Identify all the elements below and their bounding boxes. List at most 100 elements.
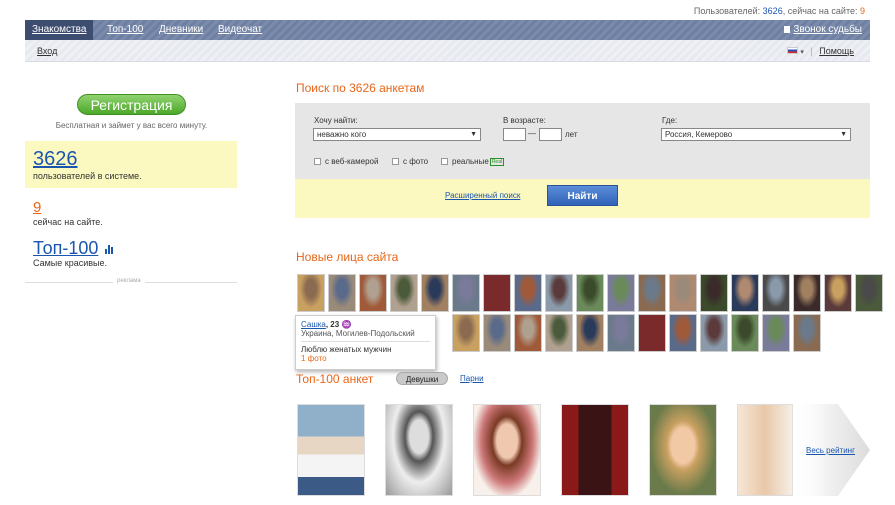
main-nav: Знакомства Топ-100 Дневники Видеочат Зво… <box>25 20 870 40</box>
top100-title: Топ-100 анкет <box>296 372 374 386</box>
profile-name-link[interactable]: Сашка <box>301 320 326 329</box>
dropdown-arrow-icon: ▼ <box>470 131 477 138</box>
webcam-label: с веб-камерой <box>325 157 379 166</box>
help-link[interactable]: Помощь <box>819 46 854 56</box>
language-flag-icon[interactable] <box>786 47 798 54</box>
face-thumbnail[interactable] <box>700 274 728 312</box>
face-thumbnail[interactable] <box>607 274 635 312</box>
tab-dating[interactable]: Знакомства <box>25 20 94 40</box>
online-count-link[interactable]: 9 <box>860 6 865 16</box>
face-thumbnail[interactable] <box>762 314 790 352</box>
face-thumbnail[interactable] <box>390 274 418 312</box>
users-label: пользователей в системе. <box>33 171 142 181</box>
face-thumbnail[interactable] <box>638 314 666 352</box>
top100-link[interactable]: Топ-100 <box>33 238 98 258</box>
age-dash: — <box>528 129 536 138</box>
fate-call-link[interactable]: Звонок судьбы <box>784 20 862 40</box>
top-photo-2[interactable] <box>385 404 453 496</box>
tab-diaries[interactable]: Дневники <box>159 20 203 40</box>
zodiac-icon: ♒ <box>341 320 352 329</box>
login-link[interactable]: Вход <box>37 46 57 56</box>
girls-toggle[interactable]: Девушки <box>396 372 448 385</box>
search-form: Хочу найти: неважно кого ▼ В возрасте: — … <box>295 103 870 218</box>
face-thumbnail[interactable] <box>731 314 759 352</box>
face-thumbnail[interactable] <box>328 274 356 312</box>
face-thumbnail[interactable] <box>669 274 697 312</box>
want-select[interactable]: неважно кого ▼ <box>313 128 481 141</box>
search-fields: Хочу найти: неважно кого ▼ В возрасте: — … <box>295 103 870 179</box>
top100-label: Самые красивые. <box>33 258 107 268</box>
face-thumbnail[interactable] <box>421 274 449 312</box>
checkbox-icon <box>314 158 321 165</box>
top-photo-1[interactable] <box>297 404 365 496</box>
top-photo-4[interactable] <box>561 404 629 496</box>
phone-icon <box>784 26 791 33</box>
where-select[interactable]: Россия, Кемерово ▼ <box>661 128 851 141</box>
real-badge: Real <box>489 158 505 166</box>
face-thumbnail[interactable] <box>731 274 759 312</box>
users-count[interactable]: 3626 <box>33 148 229 170</box>
search-title: Поиск по 3626 анкетам <box>296 81 425 95</box>
real-checkbox[interactable]: реальные Real <box>441 157 505 166</box>
tab-videochat[interactable]: Видеочат <box>218 20 262 40</box>
ad-label: реклама <box>113 278 145 284</box>
face-thumbnail[interactable] <box>359 274 387 312</box>
age-label: В возрасте: <box>503 116 546 125</box>
full-rating-link[interactable]: Весь рейтинг <box>806 446 855 455</box>
users-count-link[interactable]: 3626 <box>763 6 783 16</box>
face-thumbnail[interactable] <box>855 274 883 312</box>
top-photo-6[interactable] <box>737 404 793 496</box>
face-thumbnail[interactable] <box>638 274 666 312</box>
face-thumbnail[interactable] <box>607 314 635 352</box>
face-thumbnail[interactable] <box>452 314 480 352</box>
users-stat-box: 3626 пользователей в системе. <box>25 141 237 188</box>
profile-age: , 23 <box>325 320 340 329</box>
top-photo-3[interactable] <box>473 404 541 496</box>
face-thumbnail[interactable] <box>669 314 697 352</box>
face-thumbnail[interactable] <box>514 274 542 312</box>
find-button[interactable]: Найти <box>547 185 618 206</box>
real-label: реальные <box>452 157 489 166</box>
face-thumbnail[interactable] <box>545 314 573 352</box>
age-unit: лет <box>565 130 578 139</box>
advanced-search-link[interactable]: Расширенный поиск <box>445 191 520 200</box>
profile-location: Украина, Могилев-Подольский <box>301 329 415 338</box>
register-button[interactable]: Регистрация <box>77 94 186 115</box>
top100-block: Топ-100 Самые красивые. <box>33 238 114 268</box>
face-thumbnail[interactable] <box>793 274 821 312</box>
face-thumbnail[interactable] <box>297 274 325 312</box>
where-label: Где: <box>662 116 678 125</box>
face-thumbnail[interactable] <box>483 314 511 352</box>
face-thumbnail[interactable] <box>545 274 573 312</box>
register-subtitle: Бесплатная и займет у вас всего минуту. <box>55 121 208 130</box>
profile-photos-count[interactable]: 1 фото <box>301 354 327 363</box>
face-thumbnail[interactable] <box>824 274 852 312</box>
age-to-input[interactable] <box>539 128 562 141</box>
face-thumbnail[interactable] <box>700 314 728 352</box>
online-label: , сейчас на сайте: <box>782 6 858 16</box>
chevron-down-icon[interactable]: ▾ <box>800 49 804 56</box>
online-stat: 9 сейчас на сайте. <box>33 199 103 228</box>
face-thumbnail[interactable] <box>793 314 821 352</box>
checkbox-icon <box>441 158 448 165</box>
fate-call-label: Звонок судьбы <box>793 24 862 35</box>
want-value: неважно кого <box>317 130 367 139</box>
photo-label: с фото <box>403 157 429 166</box>
profile-tooltip: Сашка, 23 ♒ Украина, Могилев-Подольский … <box>295 315 436 370</box>
face-thumbnail[interactable] <box>483 274 511 312</box>
photo-checkbox[interactable]: с фото <box>392 157 428 166</box>
face-thumbnail[interactable] <box>762 274 790 312</box>
boys-link[interactable]: Парни <box>460 374 484 383</box>
face-thumbnail[interactable] <box>576 314 604 352</box>
divider <box>301 341 430 342</box>
face-thumbnail[interactable] <box>514 314 542 352</box>
face-thumbnail[interactable] <box>452 274 480 312</box>
top-photo-5[interactable] <box>649 404 717 496</box>
webcam-checkbox[interactable]: с веб-камерой <box>314 157 378 166</box>
tab-top100[interactable]: Топ-100 <box>107 20 143 40</box>
checkbox-icon <box>392 158 399 165</box>
age-from-input[interactable] <box>503 128 526 141</box>
profile-status: Люблю женатых мужчин <box>301 345 392 354</box>
online-count[interactable]: 9 <box>33 199 103 216</box>
face-thumbnail[interactable] <box>576 274 604 312</box>
